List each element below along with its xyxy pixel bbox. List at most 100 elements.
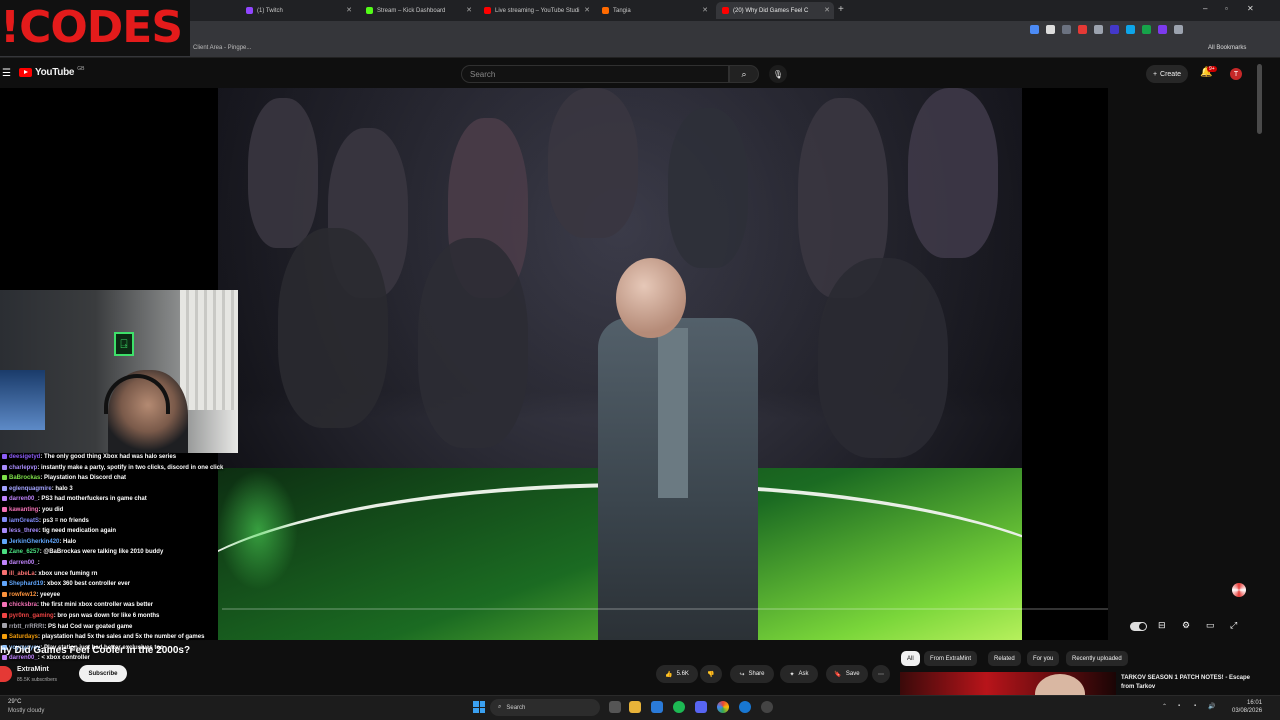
extension-icon[interactable]: [1078, 25, 1087, 34]
video-frame[interactable]: [218, 88, 1022, 640]
maximize-button[interactable]: ▫: [1225, 4, 1228, 13]
chat-text: PS3 had motherfuckers in game chat: [41, 496, 147, 503]
miniplayer-icon[interactable]: ▭: [1206, 620, 1215, 631]
menu-icon[interactable]: ☰: [2, 68, 11, 79]
tab-youtube-video[interactable]: (20) Why Did Games Feel C ✕: [716, 2, 834, 19]
extension-icon[interactable]: [1126, 25, 1135, 34]
recommended-thumbnail[interactable]: [900, 672, 1116, 696]
chat-username: BaBrockas: [9, 475, 41, 482]
more-actions-button[interactable]: ⋯: [872, 665, 890, 683]
webcam-overlay: ⍈: [0, 290, 238, 453]
close-icon[interactable]: ✕: [584, 6, 590, 14]
create-button[interactable]: + Create: [1146, 65, 1188, 83]
chat-username: rowfew12: [9, 591, 37, 598]
tab-kick[interactable]: Stream – Kick Dashboard ✕: [360, 2, 476, 19]
chat-message: darren00_: PS3 had motherfuckers in game…: [2, 494, 258, 505]
chat-text: Playstation has Discord chat: [44, 475, 127, 482]
ask-button[interactable]: ✦ Ask: [780, 665, 818, 683]
search-input[interactable]: Search: [461, 65, 729, 83]
save-button[interactable]: 🔖 Save: [826, 665, 868, 683]
star-icon[interactable]: [1046, 25, 1055, 34]
chat-text: playstation had 5x the sales and 5x the …: [41, 634, 205, 641]
close-icon[interactable]: ✕: [824, 6, 830, 14]
thumbnail-face: [1035, 674, 1085, 696]
chip-all[interactable]: All: [901, 651, 920, 666]
bookmarks-bar: [0, 42, 1280, 58]
bookmark-client-area[interactable]: Client Area - Pingpe...: [193, 45, 251, 51]
recommended-title[interactable]: TARKOV SEASON 1 PATCH NOTES! - Escape fr…: [1121, 674, 1251, 692]
video-progress-bar[interactable]: [222, 608, 1108, 610]
fullscreen-icon[interactable]: ⤢: [1230, 620, 1237, 631]
store-icon[interactable]: [651, 701, 663, 713]
share-icon: ↪: [739, 671, 745, 678]
dislike-button[interactable]: 👎: [700, 665, 722, 683]
chat-text: < xbox controller: [41, 655, 90, 662]
channel-name[interactable]: ExtraMint: [17, 666, 49, 673]
spotify-icon[interactable]: [673, 701, 685, 713]
chat-username: Zane_6257: [9, 549, 40, 556]
weather-description[interactable]: Mostly cloudy: [8, 708, 44, 714]
task-view-icon[interactable]: [609, 701, 621, 713]
edge-icon[interactable]: [739, 701, 751, 713]
account-avatar[interactable]: T: [1230, 68, 1242, 80]
channel-avatar[interactable]: [0, 666, 12, 682]
weather-temperature[interactable]: 29°C: [8, 699, 21, 705]
tab-tangia[interactable]: Tangia ✕: [596, 2, 712, 19]
chip-for-you[interactable]: For you: [1027, 651, 1060, 666]
tray-app-icon[interactable]: ▪: [1178, 703, 1180, 709]
chip-related[interactable]: Related: [988, 651, 1021, 666]
file-explorer-icon[interactable]: [629, 701, 641, 713]
chrome-icon[interactable]: [717, 701, 729, 713]
close-icon[interactable]: ✕: [346, 6, 352, 14]
extension-icon[interactable]: [1030, 25, 1039, 34]
chat-overlay: deesigetyd: The only good thing Xbox had…: [2, 452, 258, 664]
speaker-icon[interactable]: 🔊: [1208, 703, 1215, 710]
settings-gear-icon[interactable]: ⚙: [1182, 620, 1190, 631]
close-icon[interactable]: ✕: [702, 6, 708, 14]
windows-start-icon[interactable]: [473, 701, 485, 713]
chat-badge-icon: [2, 559, 7, 565]
puzzle-icon[interactable]: [1174, 25, 1183, 34]
autoplay-toggle[interactable]: [1130, 622, 1147, 631]
search-button[interactable]: ⌕: [729, 65, 759, 83]
chat-text: xbox 360 best controller ever: [47, 581, 131, 588]
taskbar-clock[interactable]: 16:01 03/08/2026: [1232, 699, 1262, 715]
all-bookmarks-button[interactable]: All Bookmarks: [1208, 45, 1246, 51]
minimize-button[interactable]: –: [1203, 4, 1207, 13]
extension-icon[interactable]: [1062, 25, 1071, 34]
close-window-button[interactable]: ✕: [1247, 4, 1254, 13]
scrollbar-thumb[interactable]: [1257, 64, 1262, 134]
share-button[interactable]: ↪ Share: [730, 665, 774, 683]
obs-icon[interactable]: [761, 701, 773, 713]
audience-member: [668, 108, 748, 268]
extension-icon[interactable]: [1110, 25, 1119, 34]
subscribe-button[interactable]: Subscribe: [79, 665, 127, 682]
tray-chevron-icon[interactable]: ⌃: [1162, 703, 1167, 710]
tab-twitch[interactable]: (1) Twitch ✕: [240, 2, 356, 19]
chat-message: iamGreatS: ps3 = no friends: [2, 516, 258, 527]
tab-youtube-studio[interactable]: Live streaming – YouTube Studi ✕: [478, 2, 594, 19]
taskbar-search[interactable]: ⌕ Search: [490, 699, 600, 716]
chat-username: ill_abeLa: [9, 570, 35, 577]
shield-icon[interactable]: [1094, 25, 1103, 34]
close-icon[interactable]: ✕: [466, 6, 472, 14]
page-scrollbar[interactable]: [1256, 60, 1264, 695]
chip-recently-uploaded[interactable]: Recently uploaded: [1066, 651, 1128, 666]
new-tab-button[interactable]: +: [838, 4, 844, 15]
tray-app-icon[interactable]: ▪: [1194, 703, 1196, 709]
subtitles-icon[interactable]: ⊟: [1158, 620, 1166, 631]
extension-icon[interactable]: [1142, 25, 1151, 34]
like-button[interactable]: 👍 5.6K: [656, 665, 698, 683]
chip-from-channel[interactable]: From ExtraMint: [924, 651, 978, 666]
youtube-logo[interactable]: YouTube GB: [19, 66, 84, 78]
chat-text: tig need medication again: [42, 528, 117, 535]
extension-icon[interactable]: [1158, 25, 1167, 34]
chat-text: PS had Cod war goated game: [48, 623, 133, 630]
search-icon: ⌕: [741, 68, 747, 79]
audience-member: [248, 98, 318, 248]
chat-username: rrbtt_rrRRRt: [9, 623, 45, 630]
voice-search-button[interactable]: 🎙: [769, 65, 787, 83]
chat-text: you did: [42, 506, 64, 513]
discord-icon[interactable]: [695, 701, 707, 713]
thumbs-up-icon: 👍: [665, 671, 673, 678]
